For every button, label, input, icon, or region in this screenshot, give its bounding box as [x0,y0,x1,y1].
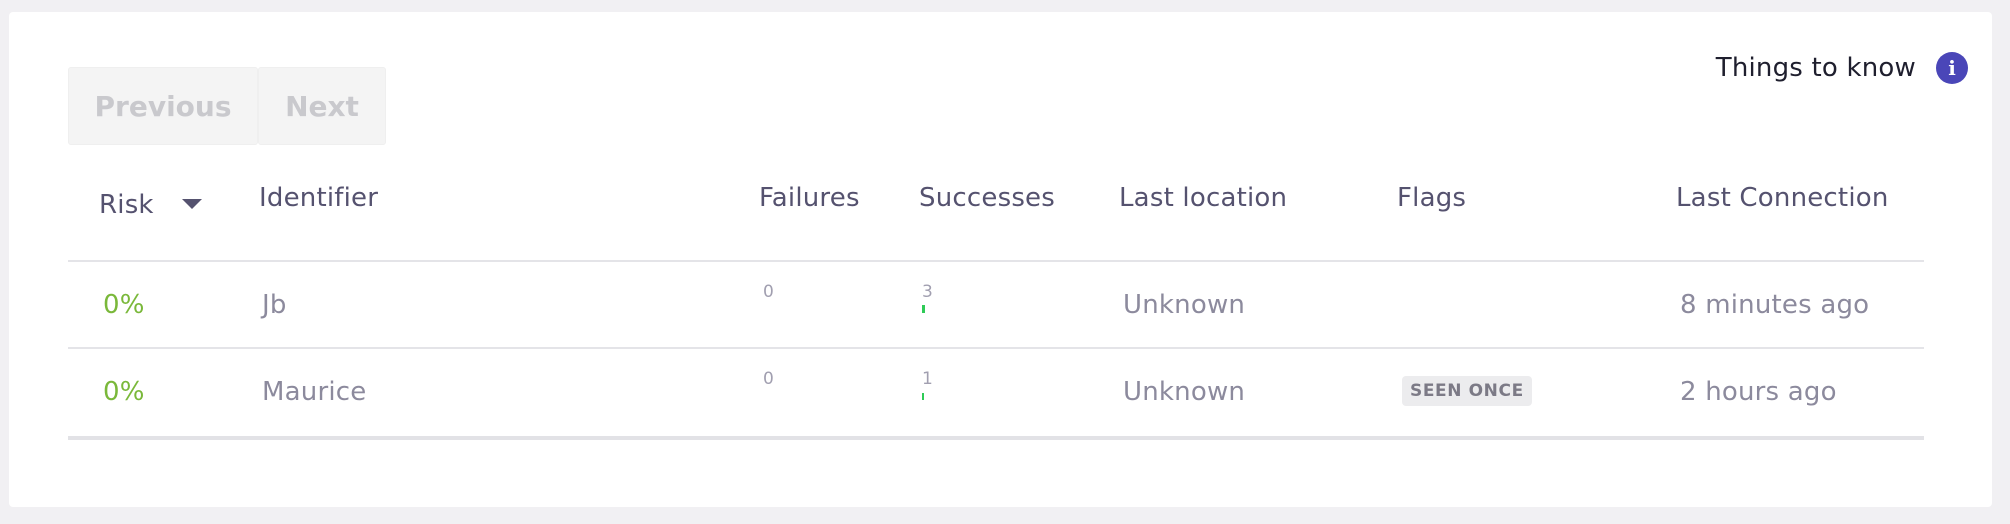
last-location: Unknown [1123,290,1246,320]
previous-button[interactable]: Previous [68,67,258,145]
failures-count: 0 [763,369,774,389]
table-bottom-border [68,436,1924,440]
last-location: Unknown [1123,377,1246,407]
sort-descending-icon[interactable] [181,198,202,209]
risk-value: 0% [103,377,145,407]
info-icon[interactable]: i [1936,52,1968,84]
risk-value: 0% [103,290,145,320]
failures-count: 0 [763,282,774,302]
column-header-successes[interactable]: Successes [919,183,1055,213]
things-to-know-label[interactable]: Things to know [1716,53,1916,83]
column-header-last-connection[interactable]: Last Connection [1676,183,1889,213]
identifier-link[interactable]: Jb [262,290,287,320]
flag-badge: SEEN ONCE [1402,376,1532,406]
column-header-risk[interactable]: Risk [99,190,202,220]
column-header-failures[interactable]: Failures [759,183,860,213]
identifier-link[interactable]: Maurice [262,377,366,407]
column-header-last-location[interactable]: Last location [1119,183,1287,213]
column-header-identifier[interactable]: Identifier [259,183,378,213]
successes-count: 3 [922,282,933,302]
column-header-flags[interactable]: Flags [1397,183,1466,213]
column-header-risk-label: Risk [99,190,154,220]
last-connection: 2 hours ago [1680,377,1837,407]
things-to-know[interactable]: Things to know i [1716,52,1968,84]
next-button[interactable]: Next [258,67,386,145]
pagination: Previous Next [68,67,386,145]
header-divider [68,260,1924,262]
row-divider [68,347,1924,349]
successes-bar [922,393,924,400]
last-connection: 8 minutes ago [1680,290,1870,320]
successes-bar [922,305,925,313]
successes-count: 1 [922,369,933,389]
